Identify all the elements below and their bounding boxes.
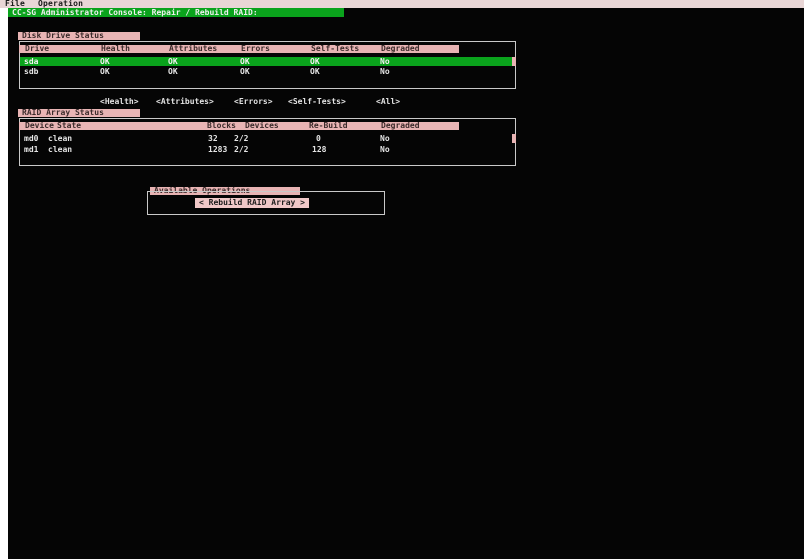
drive-health: OK xyxy=(100,57,110,66)
col-state: State xyxy=(57,122,82,130)
raid-panel-title: RAID Array Status xyxy=(18,109,140,117)
window-title: CC-SG Administrator Console: Repair / Re… xyxy=(8,8,344,17)
raid-rebuild: 128 xyxy=(312,145,327,154)
col-rebuild: Re-Build xyxy=(309,122,348,130)
tab-attributes[interactable]: <Attributes> xyxy=(156,97,214,107)
drive-health: OK xyxy=(100,67,110,76)
menu-operation[interactable]: Operation xyxy=(38,0,83,8)
disk-scrollbar-thumb[interactable] xyxy=(512,57,516,66)
raid-scrollbar-thumb[interactable] xyxy=(512,134,516,143)
drive-name: sda xyxy=(24,57,39,66)
raid-state: clean xyxy=(48,145,73,154)
disk-panel-title: Disk Drive Status xyxy=(18,32,140,40)
col-self-tests: Self-Tests xyxy=(311,45,360,53)
menu-file[interactable]: File xyxy=(5,0,25,8)
tab-errors[interactable]: <Errors> xyxy=(234,97,273,107)
drive-attributes: OK xyxy=(168,67,178,76)
raid-rebuild: 0 xyxy=(316,134,321,143)
raid-table-header: Device State Blocks Devices Re-Build Deg… xyxy=(19,122,459,130)
menu-bar: File Operation xyxy=(0,0,804,8)
table-row[interactable]: sda OK OK OK OK No xyxy=(20,57,513,66)
drive-degraded: No xyxy=(380,57,390,66)
tab-self-tests[interactable]: <Self-Tests> xyxy=(288,97,346,107)
raid-device: md0 xyxy=(24,134,39,143)
drive-errors: OK xyxy=(240,67,250,76)
col-health: Health xyxy=(101,45,130,53)
raid-blocks: 1283 xyxy=(208,145,228,154)
drive-self-tests: OK xyxy=(310,57,320,66)
raid-blocks: 32 xyxy=(208,134,218,143)
drive-attributes: OK xyxy=(168,57,178,66)
table-row[interactable]: md0 clean 32 2/2 0 No xyxy=(20,134,513,143)
raid-degraded: No xyxy=(380,145,390,154)
drive-errors: OK xyxy=(240,57,250,66)
col-degraded: Degraded xyxy=(381,122,420,130)
tab-health[interactable]: <Health> xyxy=(100,97,139,107)
drive-self-tests: OK xyxy=(310,67,320,76)
col-device: Device xyxy=(25,122,54,130)
table-row[interactable]: md1 clean 1283 2/2 128 No xyxy=(20,145,513,154)
tab-all[interactable]: <All> xyxy=(376,97,400,107)
disk-table-header: Drive Health Attributes Errors Self-Test… xyxy=(19,45,459,53)
console-screen xyxy=(8,8,804,559)
detail-tabs: <Health> <Attributes> <Errors> <Self-Tes… xyxy=(100,97,430,107)
col-attributes: Attributes xyxy=(169,45,218,53)
col-devices: Devices xyxy=(245,122,279,130)
raid-devices: 2/2 xyxy=(234,134,249,143)
drive-degraded: No xyxy=(380,67,390,76)
col-blocks: Blocks xyxy=(207,122,236,130)
col-drive: Drive xyxy=(25,45,50,53)
raid-state: clean xyxy=(48,134,73,143)
raid-devices: 2/2 xyxy=(234,145,249,154)
rebuild-raid-button[interactable]: < Rebuild RAID Array > xyxy=(195,198,309,208)
drive-name: sdb xyxy=(24,67,39,76)
col-degraded: Degraded xyxy=(381,45,420,53)
col-errors: Errors xyxy=(241,45,270,53)
table-row[interactable]: sdb OK OK OK OK No xyxy=(20,67,513,76)
raid-device: md1 xyxy=(24,145,39,154)
raid-degraded: No xyxy=(380,134,390,143)
